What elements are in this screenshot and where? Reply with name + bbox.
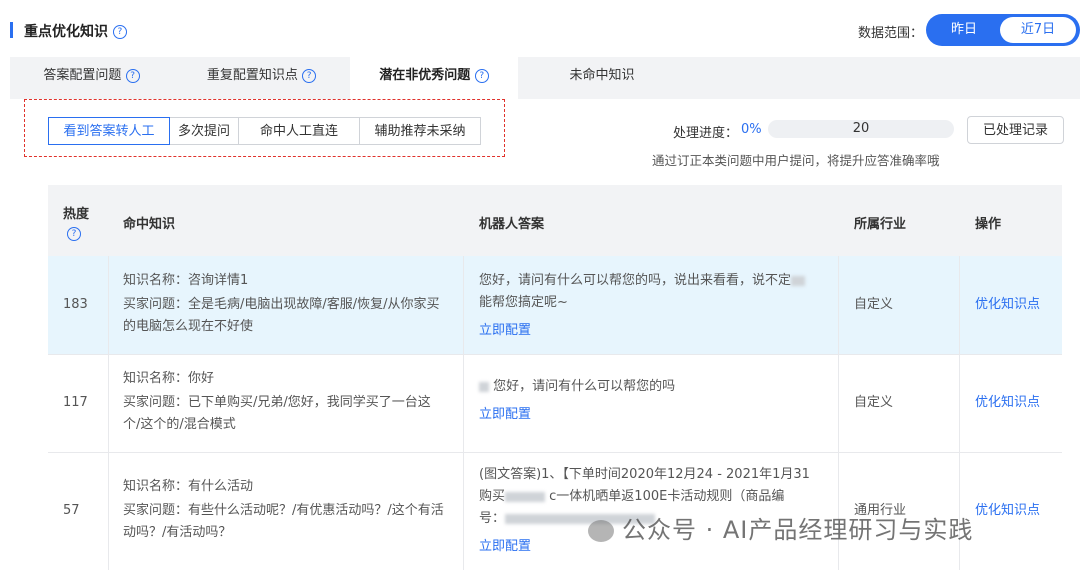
buyer-question: 买家问题：有些什么活动呢？/有优惠活动吗？/这个有活动吗？/有活动吗？ — [123, 503, 444, 540]
tab-label: 潜在非优秀问题 — [379, 68, 471, 83]
col-industry: 所属行业 — [854, 217, 907, 232]
col-action: 操作 — [975, 217, 1002, 232]
column-divider — [463, 354, 464, 452]
optimize-knowledge-link[interactable]: 优化知识点 — [975, 500, 1040, 522]
filter-direct-human[interactable]: 命中人工直连 — [238, 117, 360, 145]
robot-answer: 您好，请问有什么可以帮您的吗，说出来看看，说不定 — [479, 273, 792, 288]
range-option-yesterday[interactable]: 昨日 — [926, 14, 1002, 46]
redacted-text — [791, 275, 806, 286]
heat-value: 117 — [63, 395, 88, 410]
optimize-knowledge-link[interactable]: 优化知识点 — [975, 392, 1040, 414]
column-divider — [959, 256, 960, 354]
progress-hint: 通过订正本类问题中用户提问，将提升应答准确率哦 — [652, 153, 940, 168]
progress-percent: 0% — [741, 122, 762, 137]
column-divider — [463, 452, 464, 570]
section-title: 重点优化知识 ? — [24, 21, 127, 41]
col-answer: 机器人答案 — [479, 217, 545, 232]
knowledge-cell: 知识名称：有什么活动 买家问题：有些什么活动呢？/有优惠活动吗？/这个有活动吗？… — [123, 476, 448, 544]
tab-duplicate-knowledge[interactable]: 重复配置知识点 ? — [173, 57, 350, 99]
heat-value: 57 — [63, 503, 80, 518]
answer-cell: 您好，请问有什么可以帮您的吗，说出来看看，说不定 能帮您搞定呢~ 立即配置 — [479, 270, 824, 342]
robot-answer-line: c一体机晒单返100E卡活动规则（商品编 — [549, 489, 785, 504]
watermark: 公众号 · AI产品经理研习与实践 — [588, 510, 973, 545]
progress-count: 20 — [852, 121, 870, 136]
watermark-text: 公众号 · AI产品经理研习与实践 — [622, 516, 974, 544]
tab-unmatched-knowledge[interactable]: 未命中知识 — [518, 57, 686, 99]
answer-cell: 您好，请问有什么可以帮您的吗 立即配置 — [479, 376, 824, 426]
knowledge-cell: 知识名称：咨询详情1 买家问题：全是毛病/电脑出现故障/客服/恢复/从你家买的电… — [123, 270, 448, 338]
filter-multiple-asks[interactable]: 多次提问 — [169, 117, 239, 145]
help-icon[interactable]: ? — [474, 68, 489, 83]
table-row: 117 知识名称：你好 买家问题：已下单购买/兄弟/您好，我同学买了一台这个/这… — [48, 354, 1062, 453]
tab-label: 未命中知识 — [569, 68, 635, 83]
progress-label: 处理进度： — [673, 126, 739, 141]
knowledge-name: 知识名称：有什么活动 — [123, 479, 254, 494]
buyer-question: 买家问题：已下单购买/兄弟/您好，我同学买了一台这个/这个的/混合模式 — [123, 395, 431, 432]
optimize-knowledge-link[interactable]: 优化知识点 — [975, 294, 1040, 316]
robot-answer-line: 购买 — [479, 489, 506, 504]
column-divider — [108, 354, 109, 452]
robot-answer-line: 号： — [479, 511, 506, 526]
column-divider — [108, 256, 109, 354]
help-icon[interactable]: ? — [112, 25, 127, 39]
redacted-text — [505, 491, 546, 502]
range-option-7days[interactable]: 近7日 — [1000, 17, 1076, 43]
processed-history-button[interactable]: 已处理记录 — [967, 116, 1064, 144]
robot-answer-tail: 能帮您搞定呢~ — [479, 295, 568, 310]
industry-value: 自定义 — [854, 297, 894, 312]
industry-value: 自定义 — [854, 395, 894, 410]
table-row: 183 知识名称：咨询详情1 买家问题：全是毛病/电脑出现故障/客服/恢复/从你… — [48, 256, 1062, 355]
section-title-text: 重点优化知识 — [24, 24, 108, 40]
knowledge-name: 知识名称：你好 — [123, 371, 215, 386]
redacted-text — [479, 381, 489, 392]
tab-label: 重复配置知识点 — [206, 68, 298, 83]
column-divider — [108, 452, 109, 570]
column-divider — [838, 354, 839, 452]
column-divider — [463, 256, 464, 354]
date-range-label: 数据范围： — [858, 26, 924, 41]
table-header: 热度 ? 命中知识 机器人答案 所属行业 操作 — [48, 185, 1062, 256]
tab-answer-config[interactable]: 答案配置问题 ? — [10, 57, 173, 99]
col-knowledge: 命中知识 — [123, 217, 176, 232]
tab-bar: 答案配置问题 ? 重复配置知识点 ? 潜在非优秀问题 ? 未命中知识 — [10, 57, 1080, 99]
col-heat: 热度 ? — [63, 203, 89, 241]
wechat-icon — [588, 520, 614, 542]
tab-label: 答案配置问题 — [43, 68, 122, 83]
knowledge-cell: 知识名称：你好 买家问题：已下单购买/兄弟/您好，我同学买了一台这个/这个的/混… — [123, 368, 448, 436]
robot-answer-line: (图文答案)1、【下单时间2020年12月24 - 2021年1月31 — [479, 467, 810, 482]
knowledge-name: 知识名称：咨询详情1 — [123, 273, 249, 288]
buyer-question: 买家问题：全是毛病/电脑出现故障/客服/恢复/从你家买的电脑怎么现在不好使 — [123, 297, 440, 334]
column-divider — [959, 354, 960, 452]
filter-assist-not-adopted[interactable]: 辅助推荐未采纳 — [359, 117, 481, 145]
tab-potential-poor-questions[interactable]: 潜在非优秀问题 ? — [350, 57, 518, 99]
help-icon[interactable]: ? — [302, 68, 317, 83]
help-icon[interactable]: ? — [67, 226, 81, 241]
heat-value: 183 — [63, 297, 88, 312]
column-divider — [838, 256, 839, 354]
title-accent-bar — [10, 22, 13, 38]
robot-answer: 您好，请问有什么可以帮您的吗 — [493, 379, 676, 394]
help-icon[interactable]: ? — [125, 68, 140, 83]
filter-transfer-to-human[interactable]: 看到答案转人工 — [48, 117, 170, 145]
configure-now-link[interactable]: 立即配置 — [479, 404, 824, 426]
col-heat-label: 热度 — [63, 207, 90, 222]
date-range-toggle[interactable]: 昨日 近7日 — [926, 14, 1080, 46]
configure-now-link[interactable]: 立即配置 — [479, 320, 824, 342]
